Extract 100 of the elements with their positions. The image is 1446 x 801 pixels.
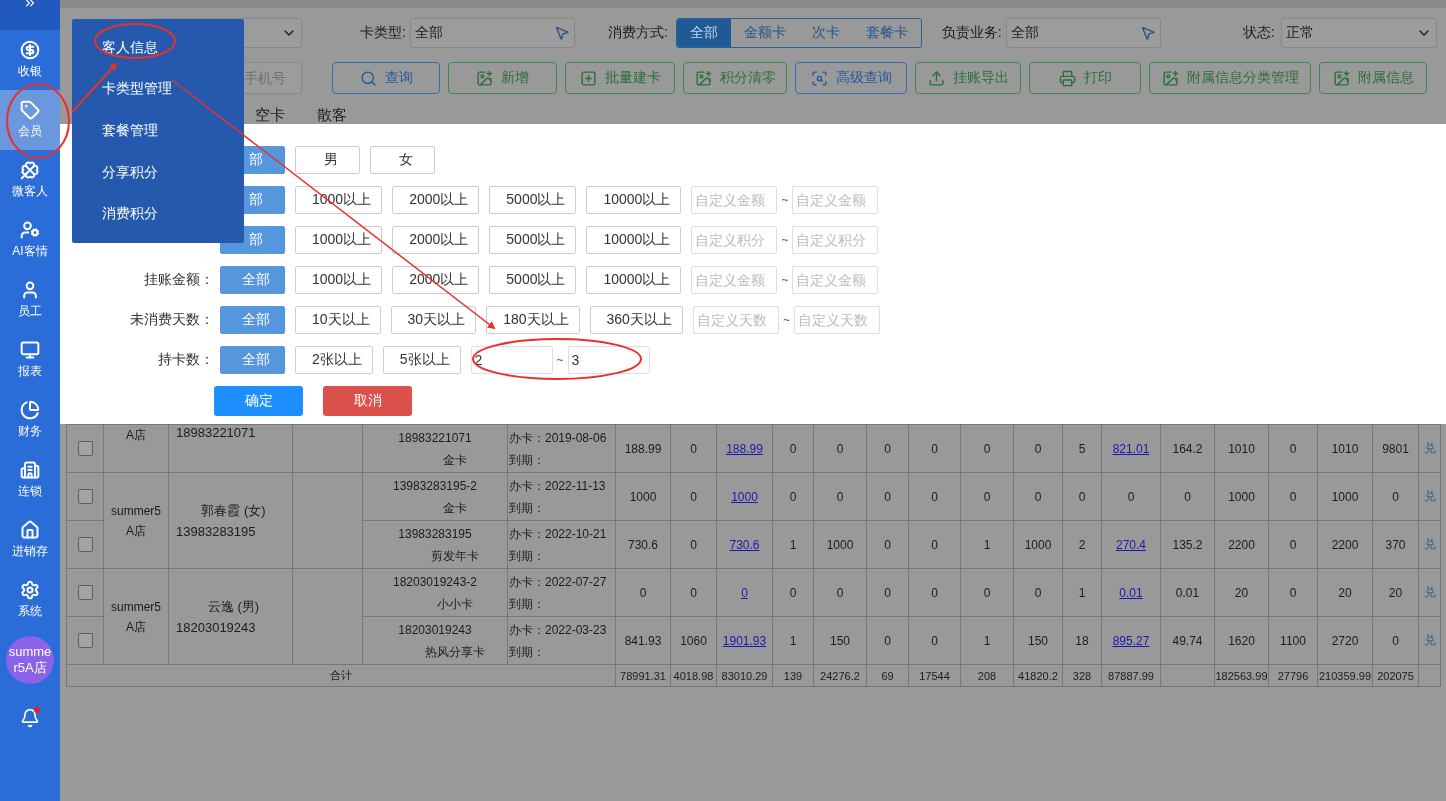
row-checkbox[interactable] [77,585,93,601]
range-field[interactable]: 自定义金额 [792,266,879,294]
filter-option[interactable]: 2000以上 [392,226,480,254]
filter-option[interactable]: 10000以上 [586,226,682,254]
value-link[interactable]: 730.6 [729,537,760,552]
table-cell: 1100 [1280,633,1306,648]
table-cell: 49.74 [1172,633,1203,648]
filter-option[interactable]: 10000以上 [586,266,682,294]
row-checkbox[interactable] [77,633,93,649]
table-cell: 0 [1034,585,1042,600]
sidebar-item[interactable]: 报表 [0,330,60,390]
print-icon [1058,69,1076,87]
filter-label: 挂账金额： [143,271,215,289]
segment-button[interactable]: 套餐卡 [852,19,921,47]
tab[interactable]: 散客 [317,106,347,124]
filter-option[interactable]: 2张以上 [295,346,373,374]
table-cell: 841.93 [624,633,662,648]
filter-option[interactable]: 全部 [220,346,285,374]
sidebar-item[interactable]: 进销存 [0,510,60,570]
filter-option[interactable]: 1000以上 [295,266,383,294]
range-field[interactable]: 自定义积分 [691,226,778,254]
value-link[interactable]: 0 [741,585,748,600]
customer-name: 郭春霞 (女) [201,502,266,520]
filter-option[interactable]: 10天以上 [295,306,381,334]
redeem-link[interactable]: 兑 [1423,585,1436,599]
building-icon [20,460,40,480]
value-link[interactable]: 0.01 [1119,585,1143,600]
card-type-field[interactable]: 全部 [409,18,575,48]
sidebar-item[interactable]: 微客人 [0,150,60,210]
filter-option[interactable]: 30天以上 [390,306,477,334]
confirm-button[interactable]: 确定 [214,386,303,416]
store-avatar[interactable]: summer5A店 [6,636,54,684]
redeem-link[interactable]: 兑 [1423,633,1436,647]
filter-option[interactable]: 5000以上 [489,226,577,254]
filter-option[interactable]: 1000以上 [295,226,383,254]
table-cell: 2720 [1331,633,1359,648]
sidebar-item[interactable]: 收银 [0,30,60,90]
redeem-link[interactable]: 兑 [1423,441,1436,455]
toolbar-button[interactable]: 查询 [332,62,440,94]
card-type: 金卡 [442,499,468,517]
add-icon [1332,69,1350,87]
filter-option[interactable]: 360天以上 [589,306,683,334]
sidebar-item[interactable]: 会员 [0,90,60,150]
value-link[interactable]: 188.99 [726,441,763,456]
filter-option[interactable]: 男 [295,146,360,174]
field-label: 消费方式: [607,24,668,42]
range-field[interactable]: 自定义天数 [692,306,779,334]
filter-option[interactable]: 女 [370,146,435,174]
table-cell: 150 [830,633,850,648]
filter-option[interactable]: 180天以上 [486,306,580,334]
segment-button[interactable]: 次卡 [798,19,853,47]
table-cell: 0 [789,489,797,504]
segment-button[interactable]: 金额卡 [730,19,799,47]
table-cell: 1 [789,537,797,552]
sidebar-item[interactable]: 系统 [0,570,60,630]
range-field[interactable]: 自定义金额 [691,186,778,214]
expand-icon[interactable] [23,0,37,10]
filter-option[interactable]: 全部 [220,266,285,294]
range-field[interactable]: 3 [567,346,650,374]
filter-option[interactable]: 全部 [220,306,285,334]
sidebar-item[interactable]: 连锁 [0,450,60,510]
table-cell: 0 [884,633,891,648]
range-field[interactable]: 自定义积分 [792,226,879,254]
range-field[interactable]: 自定义天数 [793,306,880,334]
sidebar-item[interactable]: AI客情 [0,210,60,270]
row-checkbox[interactable] [77,489,93,505]
row-checkbox[interactable] [77,537,93,553]
redeem-link[interactable]: 兑 [1423,489,1436,503]
value-link[interactable]: 821.01 [1112,441,1150,456]
field-label: 状态: [1242,24,1275,42]
sidebar-item[interactable]: 员工 [0,270,60,330]
status-select[interactable]: 正常 [1280,18,1437,48]
notification-icon[interactable] [20,708,40,728]
store-name: summer5 A店 [111,598,161,636]
staff-field[interactable]: 全部 [1005,18,1161,48]
redeem-link[interactable]: 兑 [1423,537,1436,551]
value-link[interactable]: 270.4 [1116,537,1146,552]
table-cell: 0 [1184,489,1191,504]
table-cell: 1 [983,537,991,552]
segment-button[interactable]: 全部 [676,19,731,47]
tab[interactable]: 空卡 [255,106,285,124]
row-checkbox[interactable] [77,441,93,457]
total-cell: 328 [1072,669,1092,682]
card-expiry: 到期： [509,451,546,469]
sidebar-item[interactable]: 财务 [0,390,60,450]
customer-phone: 18983221071 [176,425,257,440]
filter-option[interactable]: 10000以上 [586,186,682,214]
filter-option[interactable]: 5张以上 [382,346,461,374]
cancel-button[interactable]: 取消 [323,386,412,416]
table-cell: 0 [1289,441,1297,456]
filter-option[interactable]: 2000以上 [392,186,480,214]
filter-option[interactable]: 5000以上 [489,186,577,214]
filter-option[interactable]: 5000以上 [489,266,577,294]
range-field[interactable]: 自定义金额 [691,266,778,294]
value-link[interactable]: 1000 [731,489,758,504]
value-link[interactable]: 895.27 [1112,633,1150,648]
customer-name: 云逸 (男) [207,598,260,616]
toolbar-button[interactable]: 高级查询 [795,62,907,94]
plus-box-icon [579,69,597,87]
range-field[interactable]: 自定义金额 [792,186,879,214]
